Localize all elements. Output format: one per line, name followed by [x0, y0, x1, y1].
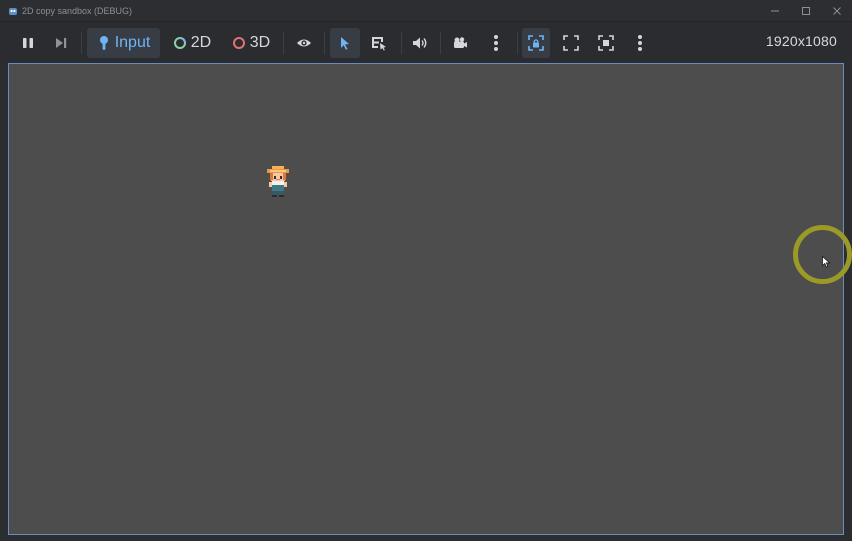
kebab-menu-icon: [494, 35, 498, 51]
toolbar-separator: [401, 32, 402, 54]
joystick-icon: [99, 36, 108, 50]
window-titlebar: 2D copy sandbox (DEBUG): [0, 0, 852, 22]
kebab-menu-icon: [638, 35, 642, 51]
fit-window-button[interactable]: [557, 28, 585, 58]
mode-2d-label: 2D: [190, 34, 212, 51]
minimize-icon: [770, 10, 779, 12]
maximize-icon: [801, 7, 810, 15]
pause-icon: [23, 38, 33, 48]
window-bottom-edge: [0, 535, 852, 541]
more-options-button[interactable]: [482, 28, 510, 58]
camera-button[interactable]: [446, 28, 474, 58]
mode-2d-button[interactable]: 2D: [167, 28, 217, 58]
circle-3d-icon: [232, 37, 245, 49]
stretch-button[interactable]: [592, 28, 620, 58]
stretch-icon: [598, 35, 614, 51]
game-viewport[interactable]: [8, 63, 844, 535]
input-toggle-button[interactable]: Input: [87, 28, 160, 58]
input-label: Input: [114, 34, 151, 51]
close-icon: [832, 7, 841, 15]
minimize-button[interactable]: [759, 0, 790, 22]
player-sprite: [267, 166, 289, 197]
game-toolbar: Input 2D 3D 1920x1080: [0, 22, 852, 63]
toolbar-separator: [283, 32, 284, 54]
list-select-button[interactable]: [365, 28, 393, 58]
fit-screen-icon: [563, 35, 579, 51]
view-options-button[interactable]: [626, 28, 654, 58]
toolbar-separator: [440, 32, 441, 54]
window-title: 2D copy sandbox (DEBUG): [22, 5, 133, 16]
pause-button[interactable]: [14, 28, 42, 58]
next-frame-button[interactable]: [47, 28, 75, 58]
list-select-icon: [372, 37, 386, 51]
mode-3d-label: 3D: [249, 34, 271, 51]
toolbar-separator: [81, 32, 82, 54]
close-button[interactable]: [821, 0, 852, 22]
circle-2d-icon: [173, 37, 186, 49]
maximize-button[interactable]: [790, 0, 821, 22]
mode-3d-button[interactable]: 3D: [226, 28, 276, 58]
lock-aspect-icon: [528, 35, 544, 51]
arrow-cursor-icon: [341, 37, 349, 50]
visibility-button[interactable]: [290, 28, 318, 58]
keep-aspect-button[interactable]: [522, 28, 550, 58]
toolbar-separator: [517, 32, 518, 54]
camera-icon: [454, 37, 467, 48]
speaker-icon: [413, 37, 427, 49]
mouse-pointer-icon: [822, 256, 831, 268]
eye-icon: [297, 39, 311, 47]
audio-button[interactable]: [406, 28, 434, 58]
cursor-highlight-ring: [793, 225, 852, 284]
next-frame-icon: [56, 38, 67, 48]
godot-logo-icon: [8, 6, 18, 16]
toolbar-separator: [324, 32, 325, 54]
select-mode-button[interactable]: [330, 28, 360, 58]
resolution-label: 1920x1080: [765, 33, 837, 49]
